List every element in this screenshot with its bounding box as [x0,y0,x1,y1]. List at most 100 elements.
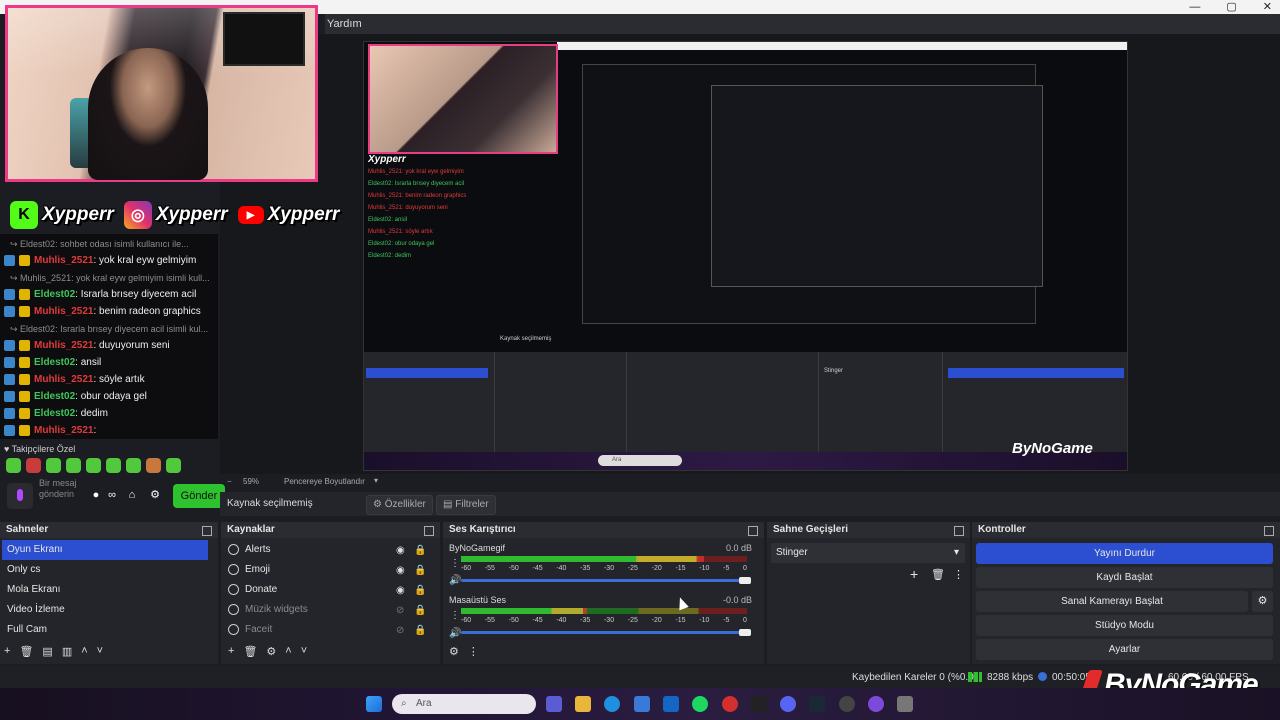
add-icon[interactable]: + [4,645,10,658]
emote[interactable] [6,458,21,473]
lock-icon[interactable]: 🔒 [414,605,426,616]
speaker-icon[interactable]: 🔊 [449,575,461,586]
kebab-menu-icon[interactable]: ⋮ [468,645,479,658]
microphone-icon[interactable] [7,483,33,509]
gear-icon[interactable]: ⚙ [449,645,459,658]
volume-slider[interactable] [461,629,751,636]
chat-username[interactable]: Muhlis_2521 [34,340,93,351]
taskbar-search[interactable]: ⌕ Ara [392,694,536,714]
add-icon[interactable]: + [228,645,234,658]
slider-handle[interactable] [739,577,751,584]
windows-start-icon[interactable] [366,696,382,712]
undock-icon[interactable] [424,526,434,536]
settings-icon[interactable]: ▥ [62,645,72,658]
chevron-down-icon[interactable]: ▾ [374,476,378,485]
speaker-icon[interactable]: 🔊 [449,628,461,639]
steam-icon[interactable] [809,696,825,712]
settings-button[interactable]: Ayarlar [976,639,1273,660]
lock-icon[interactable]: 🔒 [414,625,426,636]
chat-username[interactable]: Muhlis_2521 [34,306,93,317]
emote[interactable] [66,458,81,473]
scene-item[interactable]: Oyun Ekranı [2,540,208,560]
stop-streaming-button[interactable]: Yayını Durdur [976,543,1273,564]
maximize-icon[interactable]: ▢ [1226,0,1236,14]
store-icon[interactable] [634,696,650,712]
gear-icon[interactable]: ⚙ [266,645,276,658]
eye-icon[interactable]: ◉ [396,545,407,556]
chat-username[interactable]: Eldest02 [34,391,75,402]
trash-icon[interactable]: 🗑 [243,645,257,658]
lock-icon[interactable]: 🔒 [414,545,426,556]
filters-button[interactable]: ▤ Filtreler [436,495,496,515]
resize-to-window[interactable]: Pencereye Boyutlandır [284,477,365,486]
spotify-icon[interactable] [692,696,708,712]
filter-icon[interactable]: ▤ [42,645,52,658]
chevron-up-icon[interactable]: ˄ [81,645,87,658]
emote[interactable] [46,458,61,473]
properties-button[interactable]: ⚙ Özellikler [366,495,433,515]
chat-input[interactable]: Bir mesaj gönderin [39,478,77,500]
app-icon[interactable] [546,696,562,712]
gear-icon[interactable] [897,696,913,712]
slider-handle[interactable] [739,629,751,636]
lock-icon[interactable]: 🔒 [414,585,426,596]
store-icon[interactable]: ⌂ [125,488,139,502]
gear-icon[interactable]: ⚙ [148,488,162,502]
edge-icon[interactable] [604,696,620,712]
scene-item[interactable]: Mola Ekranı [2,580,208,600]
emoji-icon[interactable]: ● [89,488,103,502]
undock-icon[interactable] [748,526,758,536]
obs-icon[interactable] [839,696,855,712]
chat-username[interactable]: Muhlis_2521 [34,425,93,436]
zoom-minus[interactable]: − [227,477,232,486]
app-icon[interactable] [868,696,884,712]
discord-icon[interactable] [780,696,796,712]
undock-icon[interactable] [1264,526,1274,536]
chat-username[interactable]: Eldest02 [34,408,75,419]
emote[interactable] [106,458,121,473]
kebab-menu-icon[interactable]: ⋮ [953,568,964,581]
app-icon[interactable] [751,696,767,712]
add-icon[interactable]: + [910,566,918,582]
studio-mode-button[interactable]: Stüdyo Modu [976,615,1273,636]
eye-hidden-icon[interactable]: ⊘ [396,625,407,636]
trash-icon[interactable]: 🗑 [931,568,945,581]
chat-username[interactable]: Eldest02 [34,357,75,368]
emote[interactable] [126,458,141,473]
kebab-menu-icon[interactable]: ⋮ [450,610,460,621]
folder-icon[interactable] [575,696,591,712]
opera-icon[interactable] [722,696,738,712]
outlook-icon[interactable] [663,696,679,712]
close-icon[interactable]: ✕ [1263,0,1272,14]
emote[interactable] [26,458,41,473]
emote[interactable] [86,458,101,473]
volume-slider[interactable] [461,577,751,584]
scene-item[interactable]: Video İzleme [2,600,208,620]
trash-icon[interactable]: 🗑 [19,645,33,658]
send-button[interactable]: Gönder [173,484,225,508]
chevron-down-icon[interactable]: ˅ [97,645,103,658]
menu-help[interactable]: Yardım [327,18,362,30]
link-icon[interactable]: ∞ [105,488,119,502]
scene-item[interactable]: Full Cam [2,620,208,640]
start-virtual-camera-button[interactable]: Sanal Kamerayı Başlat [976,591,1248,612]
emote[interactable] [166,458,181,473]
kebab-menu-icon[interactable]: ⋮ [450,558,460,569]
transition-select[interactable]: Stinger ▾ [771,543,965,563]
chat-username[interactable]: Eldest02 [34,289,75,300]
chevron-down-icon[interactable]: ˅ [301,645,307,658]
lock-icon[interactable]: 🔒 [414,565,426,576]
chat-username[interactable]: Muhlis_2521 [34,255,93,266]
eye-icon[interactable]: ◉ [396,585,407,596]
chat-username[interactable]: Muhlis_2521 [34,374,93,385]
eye-icon[interactable]: ◉ [396,565,407,576]
eye-hidden-icon[interactable]: ⊘ [396,605,407,616]
undock-icon[interactable] [202,526,212,536]
start-recording-button[interactable]: Kaydı Başlat [976,567,1273,588]
minimize-icon[interactable]: — [1189,0,1200,14]
gear-icon[interactable]: ⚙ [1252,591,1273,612]
scene-item[interactable]: Only cs [2,560,208,580]
emote[interactable] [146,458,161,473]
undock-icon[interactable] [954,526,964,536]
chevron-up-icon[interactable]: ˄ [285,645,291,658]
